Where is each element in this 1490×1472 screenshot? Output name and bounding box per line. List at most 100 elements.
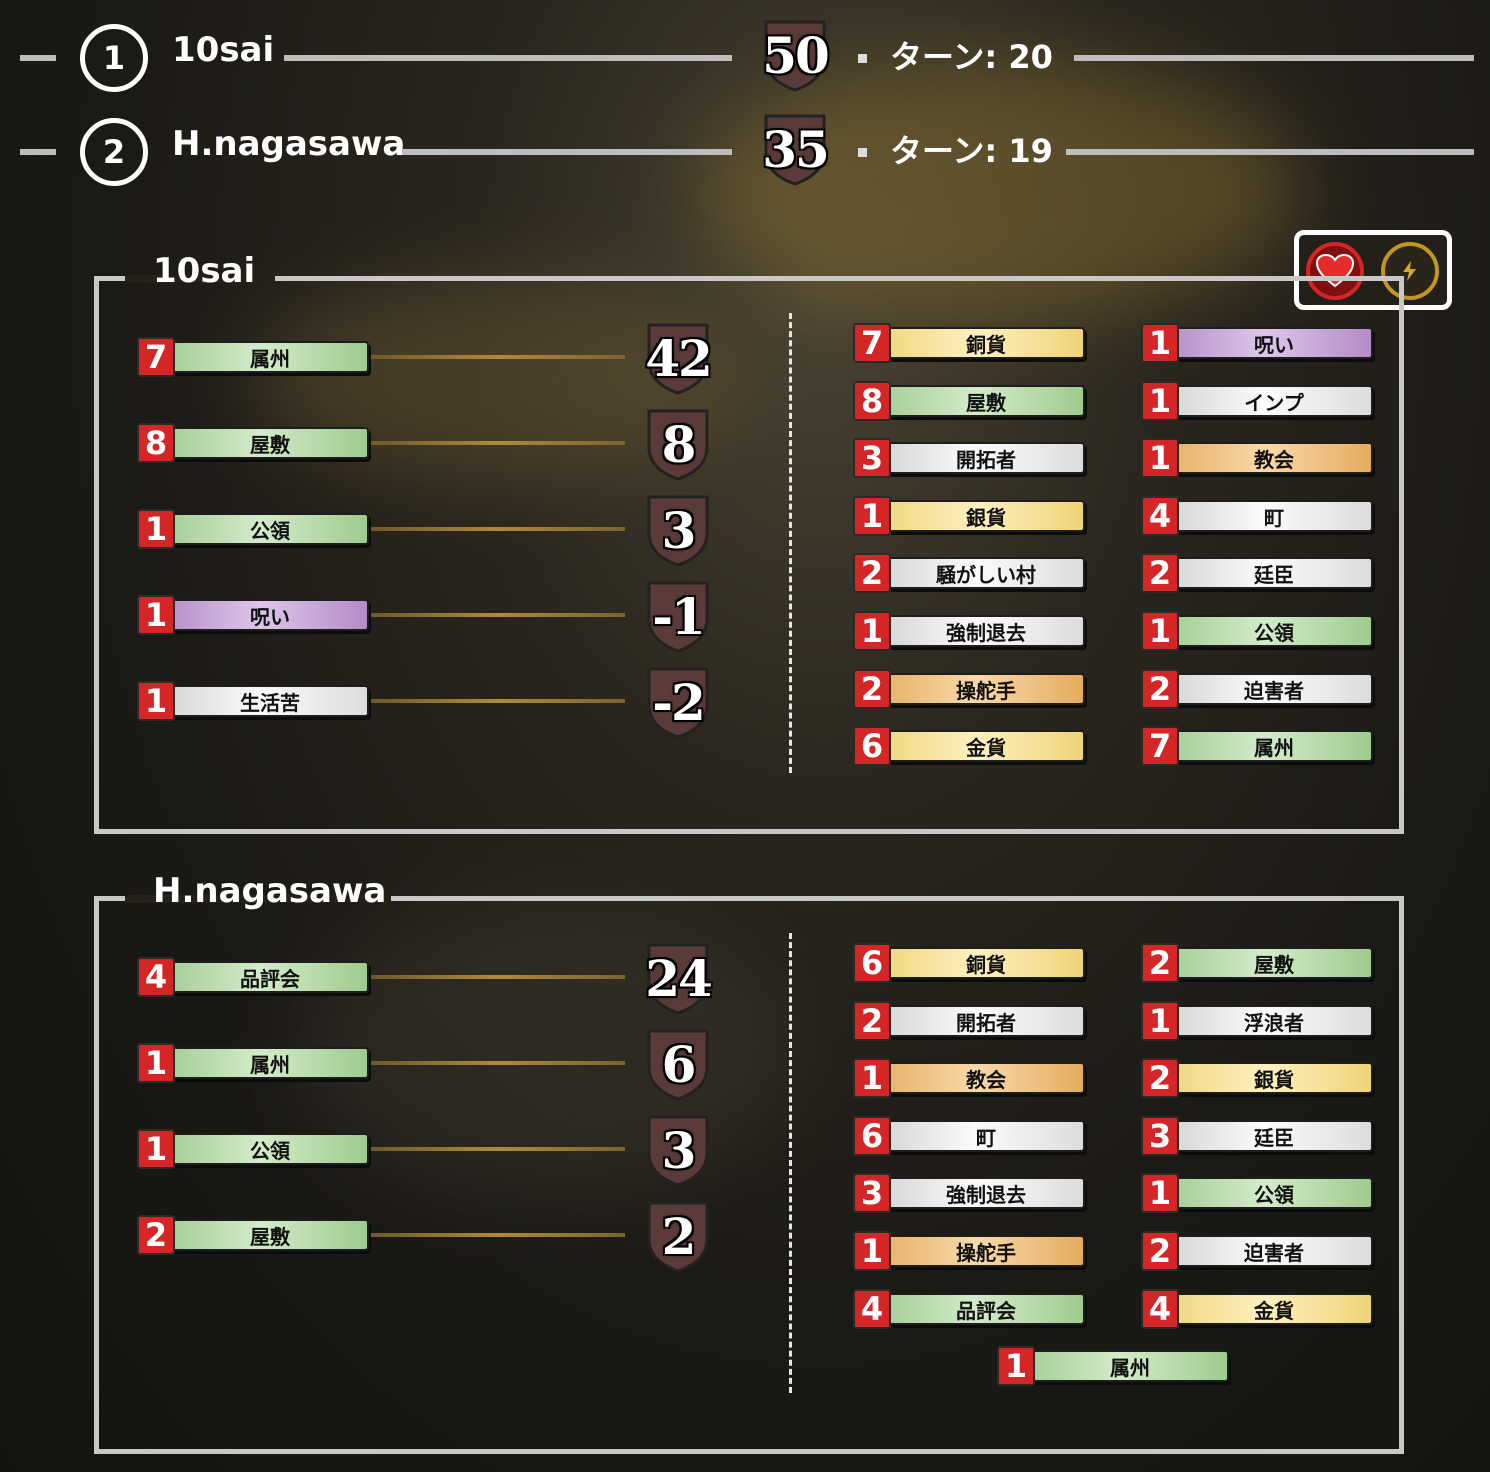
points-shield: 8 [645, 407, 711, 481]
score-connector-line [371, 527, 625, 531]
card-entry: 3 廷臣 [1141, 1116, 1377, 1156]
turn-count: ターン: 20 [890, 38, 1053, 76]
card-count-badge: 7 [137, 337, 175, 377]
card-entry: 4町 [1141, 496, 1377, 536]
card-count-badge: 7 [853, 323, 891, 363]
card-count-badge: 2 [1141, 669, 1179, 709]
card-entry: 2 騒がしい村 [853, 553, 1089, 593]
card-count-badge: 2 [1141, 553, 1179, 593]
card-entry: 1 教会 [853, 1058, 1089, 1098]
card-name: 操舵手 [887, 1235, 1085, 1267]
card-entry: 6 銅貨 [853, 943, 1089, 983]
card-entry: 2 銀貨 [1141, 1058, 1377, 1098]
score-connector-line [371, 699, 625, 703]
card-count-badge: 1 [853, 1231, 891, 1271]
player-panel-10sai: 10sai 7 属州 42 8 屋敷 8 1 公領 3 1 呪い -1 1 生活苦 -2 7 銅貨 1 呪い 8 屋敷… [94, 251, 1404, 834]
score-connector-line [371, 355, 625, 359]
card-name: 呪い [171, 599, 369, 631]
card-name: 生活苦 [171, 685, 369, 717]
card-entry: 1 操舵手 [853, 1231, 1089, 1271]
points-shield: -2 [645, 665, 711, 739]
card-name: 強制退去 [887, 1177, 1085, 1209]
panel-title: 10sai [153, 251, 256, 291]
card-name: 公領 [1175, 1177, 1373, 1209]
card-name: 属州 [171, 1047, 369, 1079]
player-name: 10sai [172, 30, 275, 70]
card-name: 銅貨 [887, 327, 1085, 359]
points-shield: 42 [645, 321, 713, 395]
card-count-badge: 2 [1141, 1231, 1179, 1271]
card-name: 品評会 [171, 961, 369, 993]
points-shield: 3 [645, 493, 711, 567]
card-count-badge: 1 [1141, 1173, 1179, 1213]
score-connector-line [371, 613, 625, 617]
card-count-badge: 4 [137, 957, 175, 997]
card-count-badge: 1 [1141, 611, 1179, 651]
card-name: 騒がしい村 [887, 557, 1085, 589]
card-entry: 1 銀貨 [853, 496, 1089, 536]
card-count-badge: 1 [1141, 323, 1179, 363]
card-name: 金貨 [887, 730, 1085, 762]
card-count-badge: 2 [1141, 1058, 1179, 1098]
card-name: 属州 [1031, 1350, 1229, 1382]
points-shield: 6 [645, 1027, 711, 1101]
points-shield: 2 [645, 1199, 711, 1273]
card-name: 品評会 [887, 1293, 1085, 1325]
score-connector-line [371, 1233, 625, 1237]
card-count-badge: 1 [1141, 1001, 1179, 1041]
score-connector-line [371, 1061, 625, 1065]
card-entry: 2 屋敷 [137, 1215, 373, 1255]
card-name: 屋敷 [887, 385, 1085, 417]
card-entry: 1 呪い [137, 595, 373, 635]
card-count-badge: 8 [853, 381, 891, 421]
card-count-badge: 4 [853, 1289, 891, 1329]
score-shield: 50 [762, 18, 830, 92]
card-count-badge: 8 [137, 423, 175, 463]
card-name: 教会 [1175, 442, 1373, 474]
card-count-badge: 2 [137, 1215, 175, 1255]
card-name: 廷臣 [1175, 557, 1373, 589]
card-entry: 6町 [853, 1116, 1089, 1156]
card-entry: 4 品評会 [137, 957, 373, 997]
card-entry: 1 呪い [1141, 323, 1377, 363]
card-name: 銅貨 [887, 947, 1085, 979]
score-connector-line [371, 441, 625, 445]
card-count-badge: 1 [137, 681, 175, 721]
card-entry: 2 廷臣 [1141, 553, 1377, 593]
ranking-row-2: 2 H.nagasawa 35 ターン: 19 [0, 112, 1490, 192]
card-entry: 2 迫害者 [1141, 1231, 1377, 1271]
card-name: 町 [887, 1120, 1085, 1152]
card-name: インプ [1175, 385, 1373, 417]
card-entry: 1 浮浪者 [1141, 1001, 1377, 1041]
card-name: 公領 [1175, 615, 1373, 647]
card-entry: 1 教会 [1141, 438, 1377, 478]
panel-title: H.nagasawa [153, 871, 387, 911]
card-name: 公領 [171, 1133, 369, 1165]
card-entry: 1 属州 [997, 1346, 1233, 1386]
card-entry: 3 強制退去 [853, 1173, 1089, 1213]
card-count-badge: 1 [137, 1129, 175, 1169]
card-entry: 1 公領 [1141, 1173, 1377, 1213]
card-name: 銀貨 [887, 500, 1085, 532]
card-count-badge: 4 [1141, 1289, 1179, 1329]
card-name: 開拓者 [887, 442, 1085, 474]
card-count-badge: 1 [137, 595, 175, 635]
card-entry: 7 銅貨 [853, 323, 1089, 363]
card-count-badge: 1 [853, 496, 891, 536]
player-panel-h-nagasawa: H.nagasawa 4 品評会 24 1 属州 6 1 公領 3 2 屋敷 2 6 銅貨 2 屋敷 2 開拓者… [94, 871, 1404, 1454]
rank-badge: 2 [80, 118, 148, 186]
card-entry: 1 公領 [137, 509, 373, 549]
card-name: 操舵手 [887, 673, 1085, 705]
card-count-badge: 1 [1141, 381, 1179, 421]
card-entry: 3 開拓者 [853, 438, 1089, 478]
card-name: 開拓者 [887, 1005, 1085, 1037]
card-name: 屋敷 [171, 427, 369, 459]
card-entry: 7 属州 [1141, 726, 1377, 766]
card-count-badge: 2 [1141, 943, 1179, 983]
card-name: 教会 [887, 1062, 1085, 1094]
card-count-badge: 3 [853, 1173, 891, 1213]
card-name: 屋敷 [171, 1219, 369, 1251]
points-shield: 24 [645, 941, 713, 1015]
ranking-row-1: 1 10sai 50 ターン: 20 [0, 18, 1490, 98]
card-name: 町 [1175, 500, 1373, 532]
